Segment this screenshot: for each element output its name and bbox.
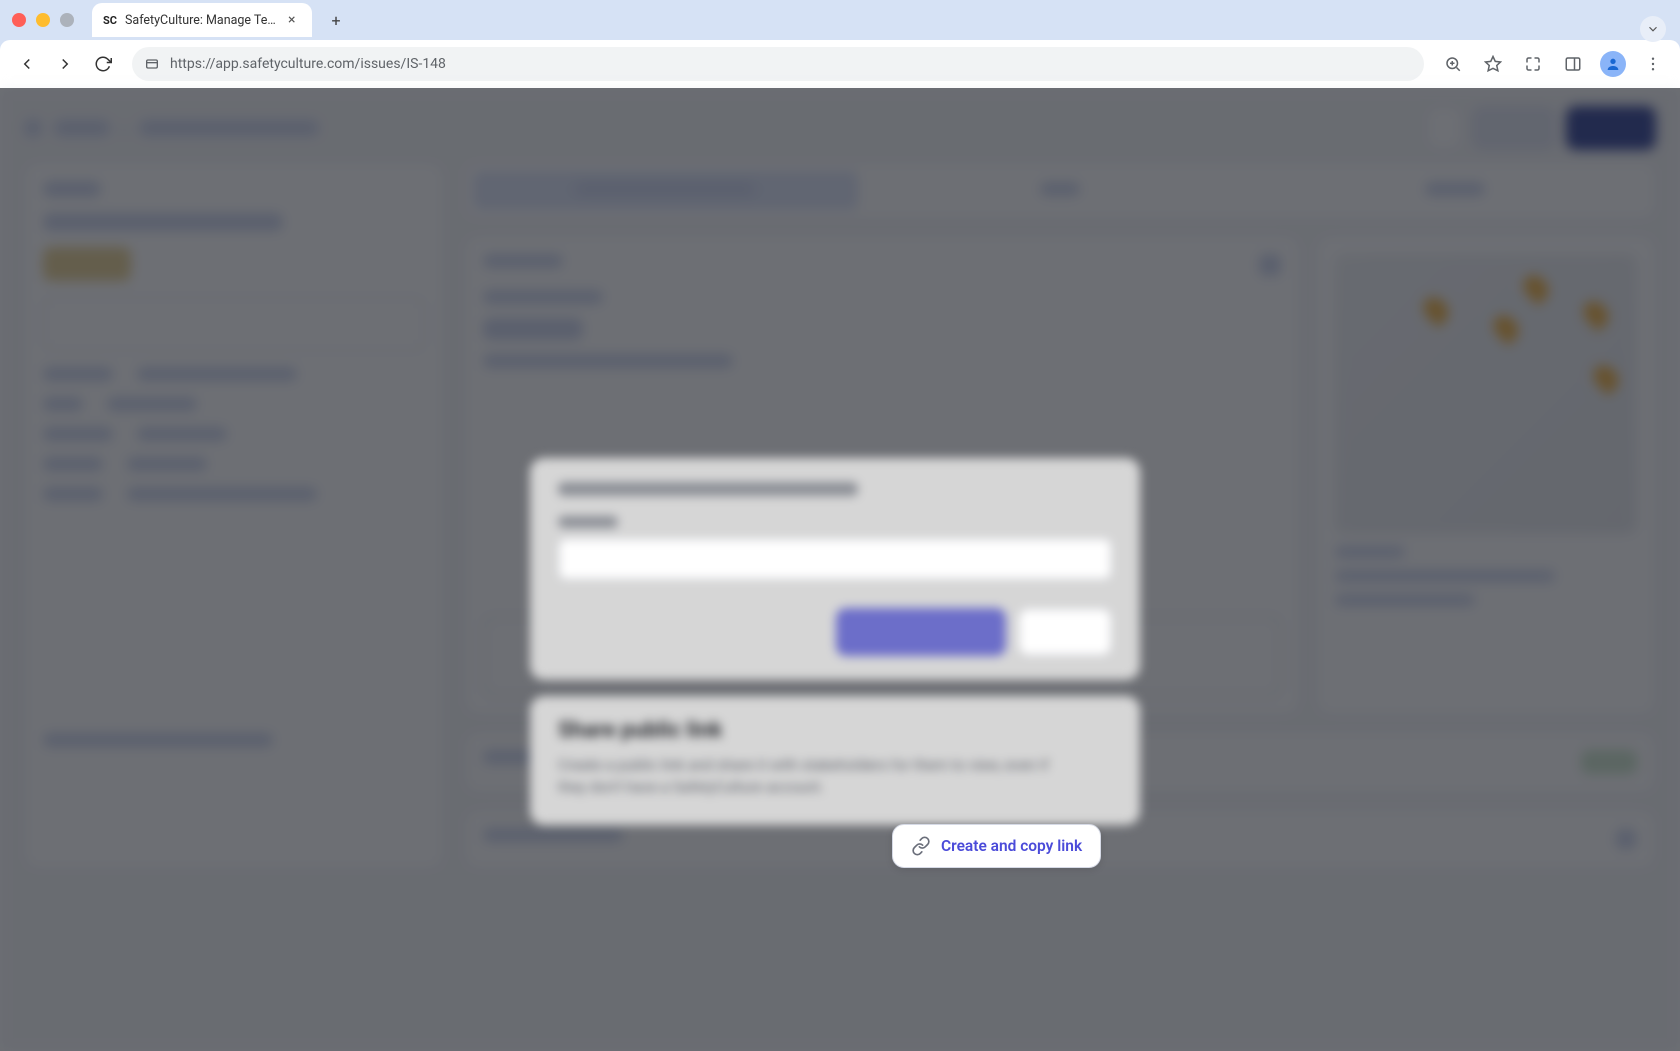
zoom-icon[interactable] xyxy=(1436,47,1470,81)
dialog-secondary-button[interactable] xyxy=(1018,608,1112,656)
reload-button[interactable] xyxy=(86,47,120,81)
back-button[interactable] xyxy=(10,47,44,81)
url-text: https://app.safetyculture.com/issues/IS-… xyxy=(170,56,446,72)
link-icon xyxy=(911,836,931,856)
bookmark-icon[interactable] xyxy=(1476,47,1510,81)
tab-overflow-button[interactable] xyxy=(1640,16,1666,42)
tab-close-icon[interactable]: × xyxy=(288,13,302,27)
share-panel-description: Create a public link and share it with s… xyxy=(558,755,1078,799)
browser-tab[interactable]: SC SafetyCulture: Manage Teams and... × xyxy=(92,3,312,37)
create-link-label: Create and copy link xyxy=(941,837,1082,855)
address-bar[interactable]: https://app.safetyculture.com/issues/IS-… xyxy=(132,47,1424,81)
generic-dialog-blurred xyxy=(530,458,1140,680)
new-tab-button[interactable]: + xyxy=(322,6,350,34)
app-viewport: › xyxy=(0,88,1680,1051)
navigation-bar: https://app.safetyculture.com/issues/IS-… xyxy=(0,40,1680,88)
kebab-menu-icon[interactable] xyxy=(1636,47,1670,81)
tab-bar: SC SafetyCulture: Manage Teams and... × … xyxy=(0,0,1680,40)
profile-button[interactable] xyxy=(1596,47,1630,81)
browser-chrome: SC SafetyCulture: Manage Teams and... × … xyxy=(0,0,1680,88)
side-panel-icon[interactable] xyxy=(1556,47,1590,81)
window-controls xyxy=(12,13,74,27)
share-public-link-panel: Share public link Create a public link a… xyxy=(530,696,1140,825)
dialog-primary-button[interactable] xyxy=(836,608,1006,656)
maximize-window-button[interactable] xyxy=(60,13,74,27)
tab-title: SafetyCulture: Manage Teams and... xyxy=(125,13,281,28)
share-panel-title: Share public link xyxy=(558,718,1112,743)
close-window-button[interactable] xyxy=(12,13,26,27)
extensions-icon[interactable] xyxy=(1516,47,1550,81)
create-and-copy-link-button[interactable]: Create and copy link xyxy=(892,824,1101,868)
forward-button[interactable] xyxy=(48,47,82,81)
site-settings-icon xyxy=(144,56,160,72)
toolbar-right xyxy=(1436,47,1670,81)
modal-stack: Share public link Create a public link a… xyxy=(530,458,1140,825)
tab-favicon: SC xyxy=(102,12,118,28)
minimize-window-button[interactable] xyxy=(36,13,50,27)
